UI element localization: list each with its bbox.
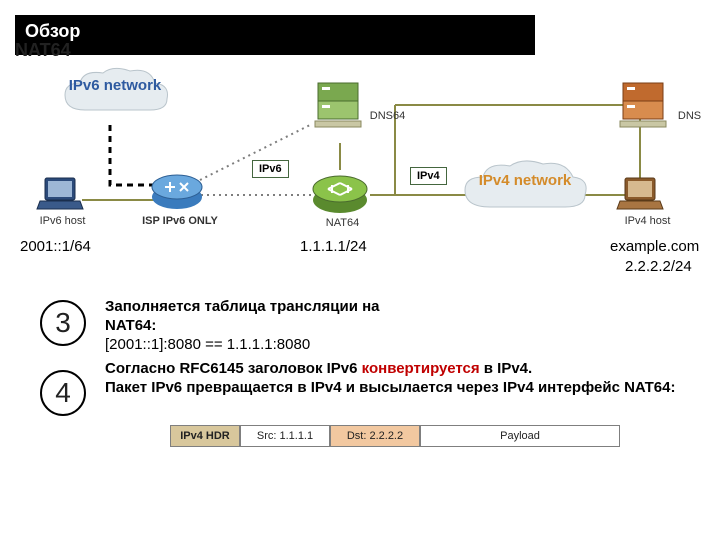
ipv4-cloud: IPv4 network	[455, 157, 595, 217]
ipv4-host-icon	[615, 175, 665, 220]
server-icon	[615, 75, 670, 135]
isp-router-icon	[150, 165, 205, 220]
step3-line1: Заполняется таблица трансляции на	[105, 298, 380, 315]
example-ip: 2.2.2.2/24	[625, 258, 692, 275]
dns-icon	[615, 75, 670, 140]
dns64-icon	[310, 75, 365, 140]
title-bar: Обзор	[15, 15, 535, 55]
step-4-text: Согласно RFC6145 заголовок IPv6 конверти…	[105, 360, 680, 398]
pkt-hdr: IPv4 HDR	[170, 425, 240, 447]
ipv6-cloud: IPv6 network	[55, 65, 175, 120]
step4-d: Пакет IPv6 превращается в IPv4 и высылае…	[105, 379, 675, 396]
router-icon	[150, 165, 205, 215]
step3-line2: NAT64:	[105, 317, 156, 334]
dns64-label: DNS64	[365, 110, 410, 122]
ipv6-host-label: IPv6 host	[35, 215, 90, 227]
ipv4-cloud-label: IPv4 network	[455, 172, 595, 189]
laptop-icon	[615, 175, 665, 215]
ipv6-packet-label: IPv6	[252, 160, 289, 178]
step-4-circle: 4	[40, 370, 86, 416]
pkt-src: Src: 1.1.1.1	[240, 425, 330, 447]
isp-label: ISP IPv6 ONLY	[135, 215, 225, 227]
example-domain: example.com	[610, 238, 699, 255]
ipv6-cloud-label: IPv6 network	[55, 77, 175, 94]
step-3-text: Заполняется таблица трансляции на NAT64:…	[105, 298, 665, 354]
nat64-label: NAT64	[320, 217, 365, 229]
laptop-icon	[35, 175, 85, 215]
dns-label: DNS	[672, 110, 707, 122]
ipv4-packet-label: IPv4	[410, 167, 447, 185]
network-diagram: IPv6 network IPv4 network IPv6 host ISP …	[0, 55, 720, 255]
step4-a: Согласно RFC6145 заголовок IPv6	[105, 360, 362, 377]
pkt-dst: Dst: 2.2.2.2	[330, 425, 420, 447]
step4-b: конвертируется	[362, 360, 480, 377]
pkt-payload: Payload	[420, 425, 620, 447]
step3-line3: [2001::1]:8080 == 1.1.1.1:8080	[105, 336, 310, 353]
server-icon	[310, 75, 365, 135]
nat64-icon	[310, 165, 370, 225]
packet-table: IPv4 HDR Src: 1.1.1.1 Dst: 2.2.2.2 Paylo…	[170, 425, 620, 447]
ipv6-host-icon	[35, 175, 85, 220]
ipv6-address: 2001::1/64	[20, 238, 91, 255]
ipv4-host-label: IPv4 host	[620, 215, 675, 227]
step4-c: в IPv4.	[480, 360, 533, 377]
nat-router-icon	[310, 165, 370, 220]
nat-address: 1.1.1.1/24	[300, 238, 367, 255]
step-3-circle: 3	[40, 300, 86, 346]
